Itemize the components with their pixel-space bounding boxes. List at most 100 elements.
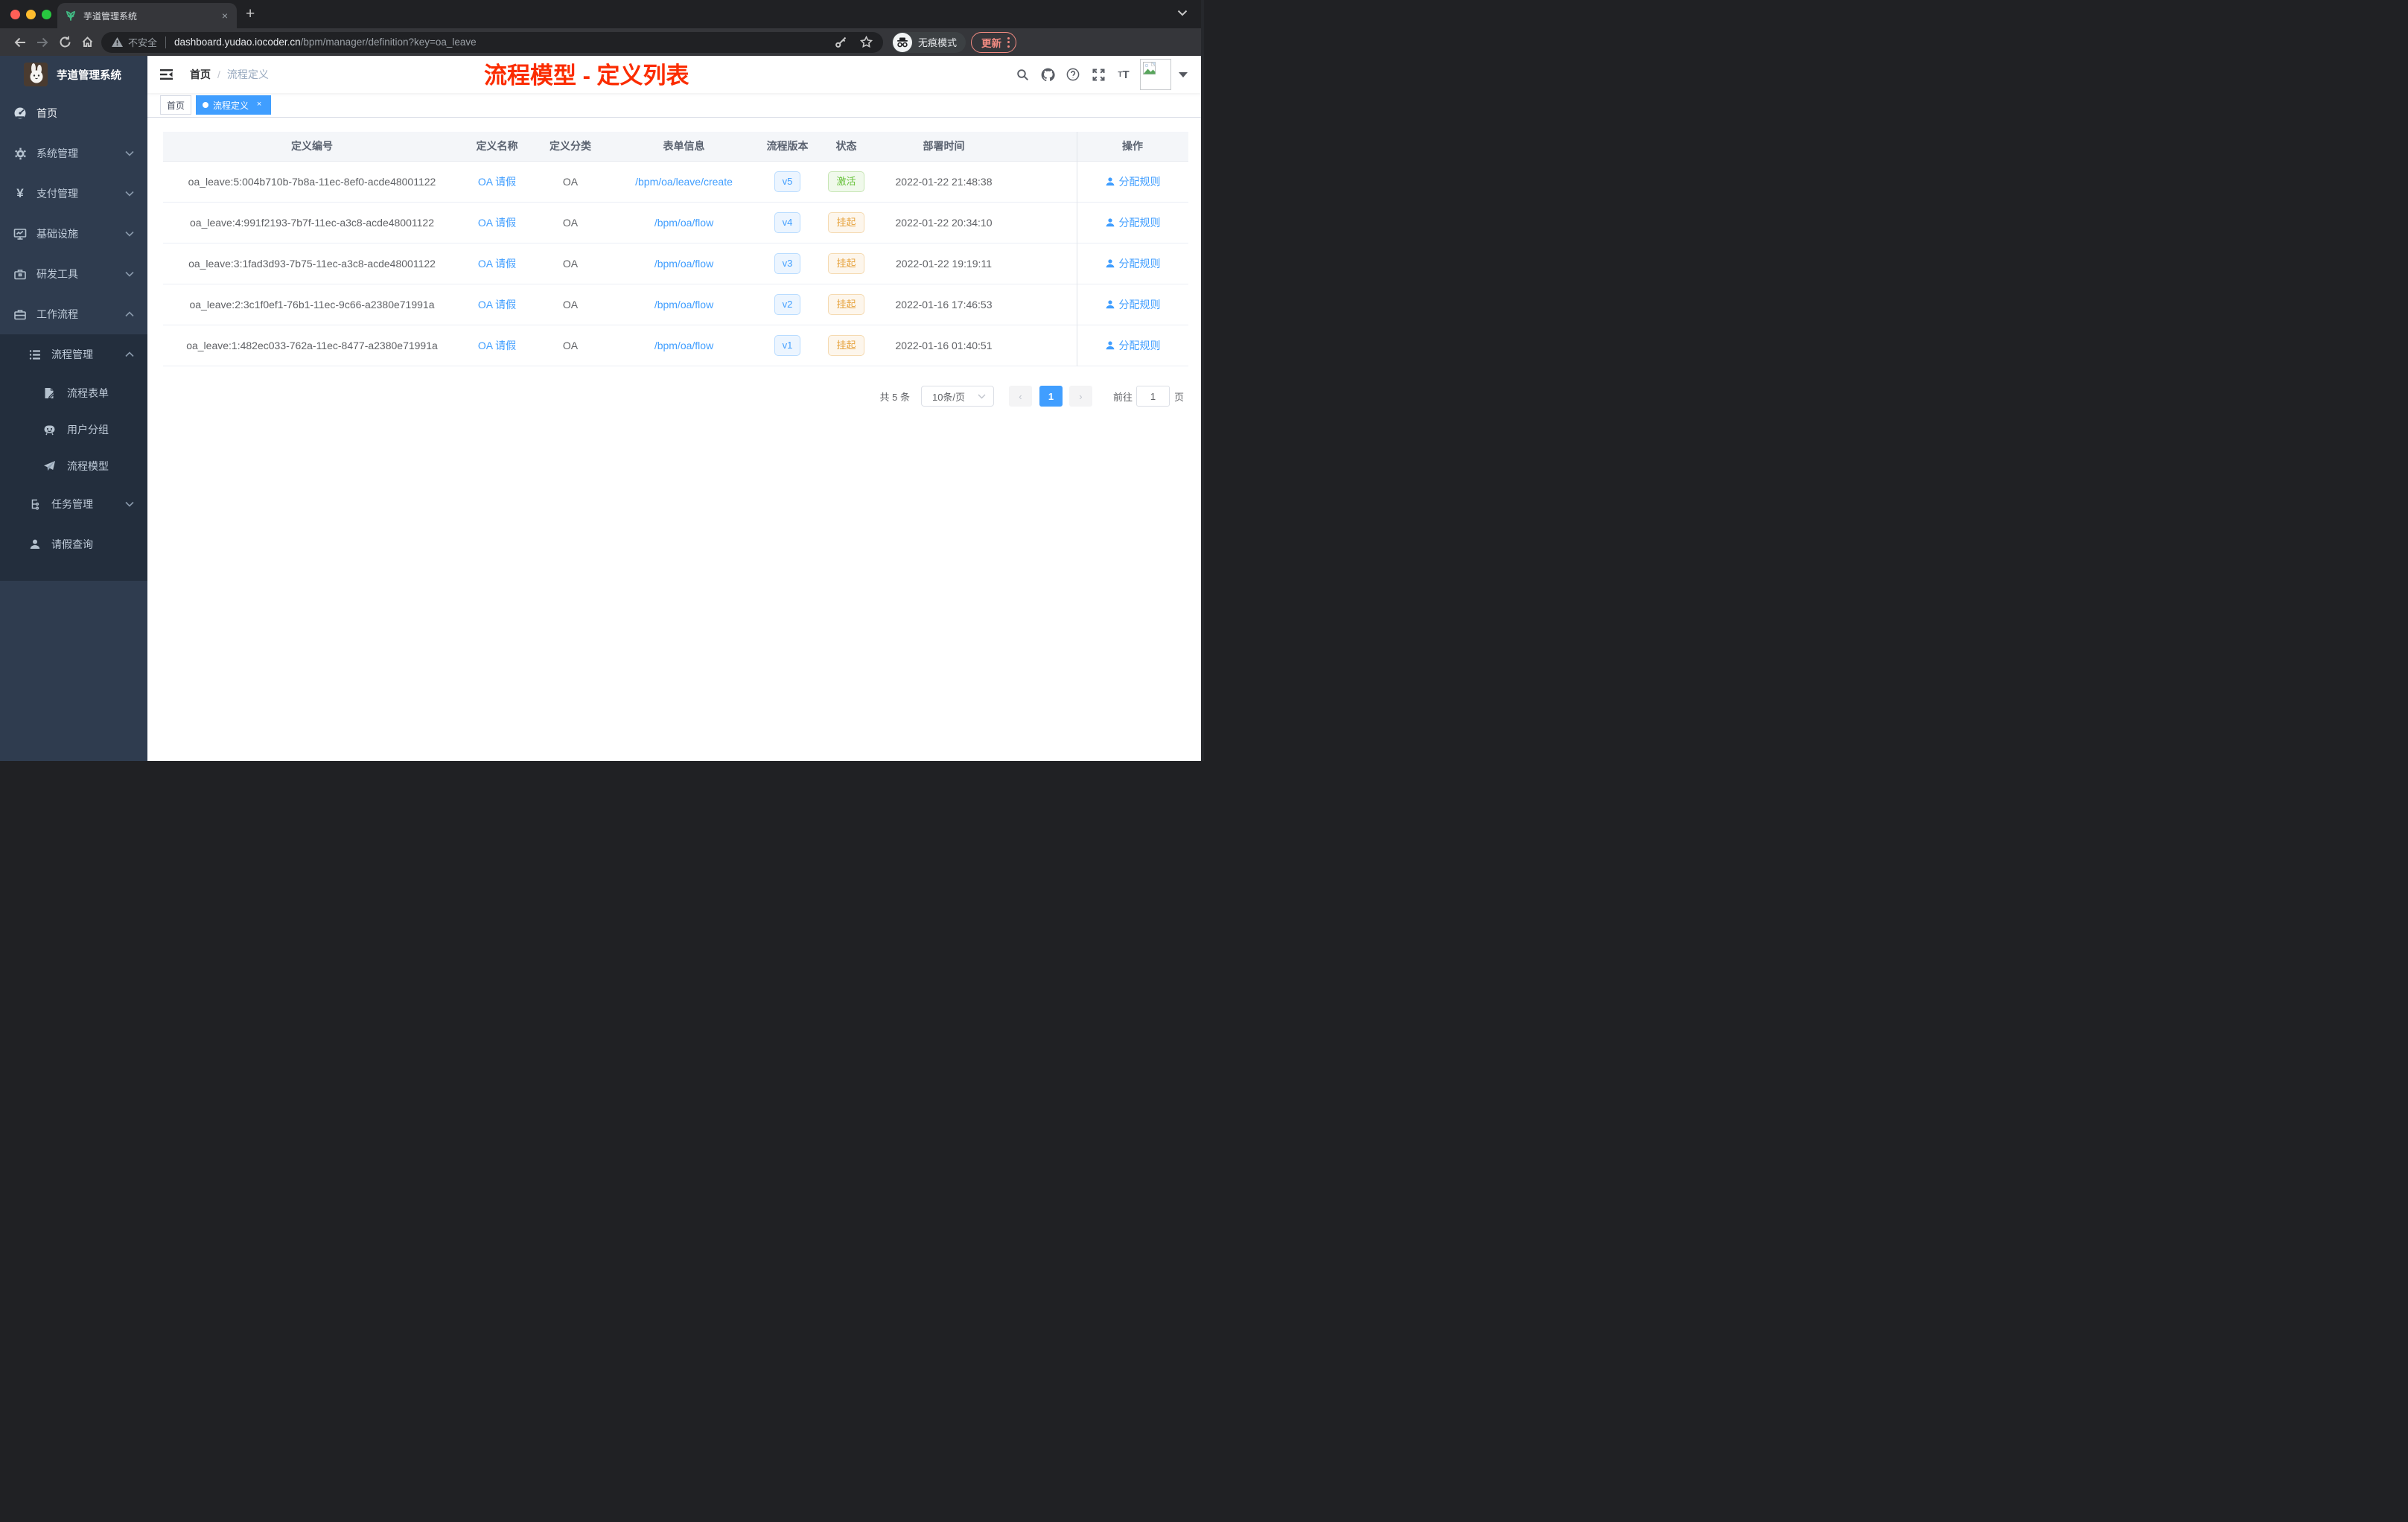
col-header-version: 流程版本	[760, 132, 815, 162]
browser-tab[interactable]: 芋道管理系统 ×	[57, 3, 237, 28]
sidebar-item-devtools[interactable]: 研发工具	[0, 254, 147, 294]
sidebar-item-payment[interactable]: ¥ 支付管理	[0, 173, 147, 214]
tag-home[interactable]: 首页	[160, 95, 192, 115]
bookmark-star-icon[interactable]	[860, 36, 873, 48]
assign-rule-button[interactable]: 分配规则	[1105, 215, 1161, 230]
tab-close-icon[interactable]: ×	[220, 10, 229, 21]
sidebar-item-user-group[interactable]: 用户分组	[0, 411, 147, 448]
version-badge: v5	[774, 171, 801, 192]
font-size-icon[interactable]: TT	[1111, 56, 1136, 93]
workflow-submenu: 流程管理 流程表单 用户分组 流程模型 任务管理 请假查询	[0, 334, 147, 581]
current-page-button[interactable]: 1	[1039, 386, 1063, 407]
update-label[interactable]: 更新	[981, 35, 1001, 50]
key-icon[interactable]	[835, 36, 847, 48]
toolbox-icon	[13, 268, 27, 281]
help-icon[interactable]	[1060, 56, 1086, 93]
definition-name-link[interactable]: OA 请假	[478, 176, 516, 188]
assign-rule-button[interactable]: 分配规则	[1105, 256, 1161, 271]
sidebar: 芋道管理系统 首页 系统管理 ¥ 支付管理 基础设施 研发工具 工作流程 流程管…	[0, 56, 147, 761]
security-label[interactable]: 不安全	[128, 35, 157, 49]
definition-name-link[interactable]: OA 请假	[478, 217, 516, 229]
cell-id: oa_leave:4:991f2193-7b7f-11ec-a3c8-acde4…	[163, 202, 461, 243]
sidebar-item-task-mgmt[interactable]: 任务管理	[0, 484, 147, 524]
url-bar[interactable]: 不安全 dashboard.yudao.iocoder.cn/bpm/manag…	[101, 31, 883, 53]
version-badge: v1	[774, 334, 801, 356]
definition-name-link[interactable]: OA 请假	[478, 299, 516, 311]
breadcrumb-separator: /	[217, 69, 220, 80]
avatar-caret-down-icon[interactable]	[1179, 71, 1188, 77]
main-area: 首页 / 流程定义 流程模型 - 定义列表 TT 首页 流程定义 × 定义编号 …	[147, 56, 1201, 761]
close-window-button[interactable]	[10, 9, 20, 19]
cell-category: OA	[533, 325, 608, 366]
chevron-down-icon	[125, 150, 134, 156]
sidebar-item-home[interactable]: 首页	[0, 93, 147, 133]
user-icon	[28, 538, 42, 550]
security-warning-icon[interactable]	[112, 37, 123, 47]
form-link[interactable]: /bpm/oa/flow	[654, 299, 713, 311]
avatar[interactable]	[1140, 59, 1171, 90]
sidebar-item-workflow[interactable]: 工作流程	[0, 294, 147, 334]
search-icon[interactable]	[1010, 56, 1035, 93]
sidebar-item-leave-query[interactable]: 请假查询	[0, 524, 147, 564]
next-page-button[interactable]: ›	[1068, 386, 1092, 407]
sidebar-item-process-form[interactable]: 流程表单	[0, 375, 147, 411]
status-badge: 挂起	[828, 293, 864, 315]
breadcrumb-home[interactable]: 首页	[190, 67, 211, 82]
assign-rule-button[interactable]: 分配规则	[1105, 297, 1161, 312]
home-icon[interactable]	[76, 36, 98, 48]
cell-category: OA	[533, 284, 608, 325]
tag-close-icon[interactable]: ×	[254, 100, 264, 110]
window-controls[interactable]	[10, 9, 51, 19]
sidebar-item-process-mgmt[interactable]: 流程管理	[0, 334, 147, 375]
browser-menu-kebab-icon[interactable]	[1007, 36, 1010, 48]
minimize-window-button[interactable]	[26, 9, 36, 19]
sidebar-item-system[interactable]: 系统管理	[0, 133, 147, 173]
group-icon	[42, 424, 56, 436]
prev-page-button[interactable]: ‹	[1008, 386, 1032, 407]
col-header-filler	[1010, 132, 1077, 162]
page-size-value: 10条/页	[931, 391, 966, 403]
cell-category: OA	[533, 161, 608, 203]
incognito-badge: 无痕模式	[892, 31, 966, 53]
page-content: 定义编号 定义名称 定义分类 表单信息 流程版本 状态 部署时间 操作 oa_l…	[147, 118, 1201, 407]
sidebar-fold-icon[interactable]	[160, 69, 173, 80]
app-logo-row[interactable]: 芋道管理系统	[0, 56, 147, 93]
update-button[interactable]: 更新	[971, 31, 1017, 53]
paper-plane-icon	[42, 460, 56, 472]
url-divider	[165, 36, 167, 48]
tab-search-chevron-icon[interactable]	[1177, 10, 1188, 16]
definition-name-link[interactable]: OA 请假	[478, 340, 516, 351]
forward-icon[interactable]	[31, 36, 54, 48]
definition-table: 定义编号 定义名称 定义分类 表单信息 流程版本 状态 部署时间 操作 oa_l…	[163, 132, 1188, 366]
definition-name-link[interactable]: OA 请假	[478, 258, 516, 270]
form-link[interactable]: /bpm/oa/flow	[654, 217, 713, 229]
assign-rule-button[interactable]: 分配规则	[1105, 338, 1161, 353]
table-row: oa_leave:4:991f2193-7b7f-11ec-a3c8-acde4…	[163, 202, 1188, 243]
tag-current[interactable]: 流程定义 ×	[196, 95, 272, 115]
sidebar-item-label: 请假查询	[51, 538, 93, 550]
url-text[interactable]: dashboard.yudao.iocoder.cn/bpm/manager/d…	[174, 36, 826, 48]
fullscreen-icon[interactable]	[1086, 56, 1111, 93]
table-header-row: 定义编号 定义名称 定义分类 表单信息 流程版本 状态 部署时间 操作	[163, 132, 1188, 162]
url-path: /bpm/manager/definition?key=oa_leave	[300, 36, 477, 48]
form-link[interactable]: /bpm/oa/flow	[654, 340, 713, 351]
reload-icon[interactable]	[54, 36, 76, 48]
assign-rule-button[interactable]: 分配规则	[1105, 174, 1161, 189]
form-link[interactable]: /bpm/oa/leave/create	[635, 176, 733, 188]
zoom-window-button[interactable]	[42, 9, 51, 19]
goto-page-input[interactable]	[1135, 386, 1170, 407]
sidebar-item-label: 流程模型	[67, 459, 109, 472]
tags-view-bar: 首页 流程定义 ×	[147, 93, 1201, 118]
page-size-select[interactable]: 10条/页	[920, 386, 994, 407]
incognito-label: 无痕模式	[918, 37, 958, 48]
new-tab-button[interactable]: +	[246, 5, 255, 23]
github-icon[interactable]	[1035, 56, 1060, 93]
app-logo-avatar	[24, 63, 48, 86]
form-link[interactable]: /bpm/oa/flow	[654, 258, 713, 270]
back-icon[interactable]	[9, 36, 31, 48]
sidebar-item-infra[interactable]: 基础设施	[0, 214, 147, 254]
tag-label: 首页	[167, 100, 185, 111]
sidebar-item-process-model[interactable]: 流程模型	[0, 448, 147, 484]
browser-toolbar: 不安全 dashboard.yudao.iocoder.cn/bpm/manag…	[0, 28, 1204, 56]
status-badge: 挂起	[828, 334, 864, 356]
